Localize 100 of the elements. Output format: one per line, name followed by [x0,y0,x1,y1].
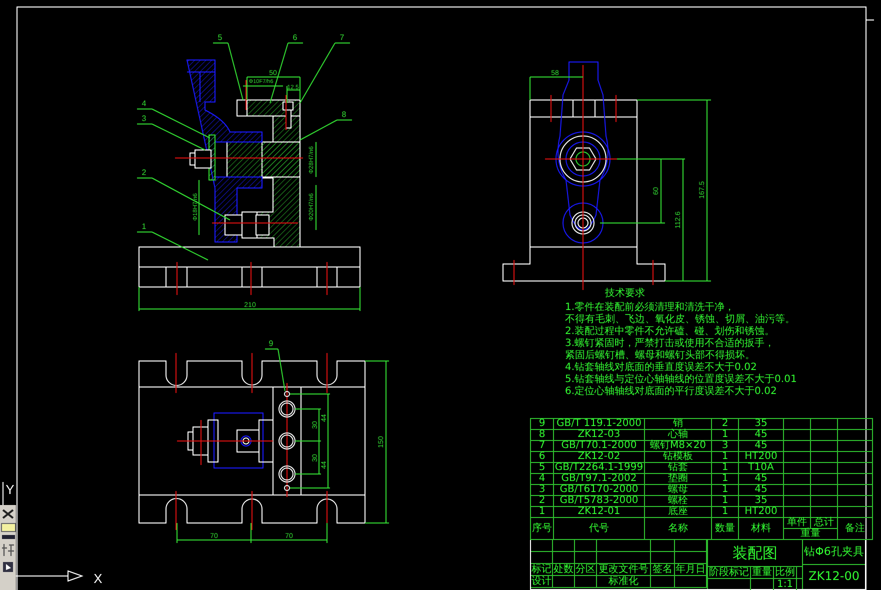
axis-label: Y [6,482,14,497]
table-cell [810,496,838,506]
table-cell [651,540,675,552]
table-cell: 1 [712,474,738,484]
table-cell: 45 [738,474,784,484]
table-cell [810,452,838,462]
table-cell: GB/T5783-2000 [554,496,644,506]
table-cell [553,576,575,588]
part-number: 4 [142,99,146,108]
toolbar-icon[interactable] [1,542,15,558]
part-number: 8 [342,110,346,119]
table-cell [810,506,838,518]
table-cell: 7 [530,440,554,452]
drawing-number: ZK12-00 [808,568,860,585]
table-cell [784,430,810,440]
table-cell [810,440,838,452]
leader-line [300,120,352,140]
table-cell: 1 [712,506,738,518]
title-block-label: 阶段标记 [708,567,751,578]
table-cell: T10A [738,462,784,474]
column-header: 序号 [530,518,554,540]
table-cell [597,540,651,552]
table-cell [838,462,872,474]
column-header: 单件 [784,518,810,528]
title-block-label: 设计 [531,576,553,588]
column-header: 备注 [838,518,872,540]
table-cell [651,552,675,564]
table-cell: 螺钉M8×20 [644,440,712,452]
table-cell: 1 [712,484,738,496]
table-cell: 钻套 [644,462,712,474]
table-cell [810,462,838,474]
title-block-label: 重量 [751,567,774,578]
part-number: 5 [218,33,222,42]
table-cell [810,484,838,496]
table-cell: GB/T2264.1-1999 [554,462,644,474]
title-block-label: 签名 [651,564,675,576]
table-cell [838,452,872,462]
table-cell: 2 [712,418,738,430]
note-line: 4.钻套轴线对底面的垂直度误差不大于0.02 [565,362,757,374]
leader-line [212,42,244,100]
drawing-name: 装配图 [708,540,802,567]
table-cell: 1 [712,462,738,474]
table-cell: HT200 [738,452,784,462]
crosshair-icon[interactable] [1,508,15,520]
table-cell: HT200 [738,506,784,518]
column-header: 重量 [784,528,838,540]
title-block-label: 比例 [774,567,797,578]
column-header: 数量 [712,518,738,540]
notes-title: 技术要求 [605,288,646,300]
part-number: 7 [340,33,344,42]
column-header: 代号 [554,518,644,540]
part-number: 9 [268,339,274,348]
table-cell [838,430,872,440]
leader-line [136,232,208,260]
title-block-label: 标准化 [597,576,651,588]
table-cell: GB/T6170-2000 [554,484,644,496]
axis-label: X [94,571,102,586]
table-cell [784,440,810,452]
table-cell [784,496,810,506]
table-cell: ZK12-03 [554,430,644,440]
note-line: 3.螺钉紧固时，严禁打击或使用不合适的扳手， [565,338,775,350]
table-cell [784,474,810,484]
table-cell: 2 [530,496,554,506]
title-block-label: 年月日 [675,564,707,576]
part-number: 1 [142,222,146,231]
table-cell [575,540,597,552]
column-header: 总计 [810,518,838,528]
table-cell: 6 [530,452,554,462]
part-number: 2 [142,168,146,177]
table-cell [810,418,838,430]
table-cell: 销 [644,418,712,430]
table-cell [575,552,597,564]
table-cell: 5 [530,462,554,474]
table-cell: 4 [530,474,554,484]
table-cell: ZK12-02 [554,452,644,462]
table-cell [838,496,872,506]
part-number: 3 [142,114,146,123]
title-block-label: 更改文件号 [597,564,651,576]
table-cell: 1 [712,452,738,462]
table-cell: 心轴 [644,430,712,440]
table-cell [838,484,872,496]
note-line: 2.装配过程中零件不允许磕、碰、划伤和锈蚀。 [565,326,775,338]
table-cell: 螺栓 [644,496,712,506]
table-cell [784,452,810,462]
note-line: 不得有毛刺、飞边、氧化皮、锈蚀、切屑、油污等。 [565,314,795,326]
color-swatch[interactable] [0,523,16,532]
table-cell [597,552,651,564]
leader-line [136,124,206,150]
title-block-label: 标记 [531,564,553,576]
table-cell: 45 [738,484,784,496]
table-cell [651,576,675,588]
table-cell: 35 [738,496,784,506]
linetype-field[interactable] [2,535,14,539]
table-cell [784,418,810,430]
table-cell: GB/T97.1-2002 [554,474,644,484]
column-header: 名称 [644,518,712,540]
table-cell [838,440,872,452]
table-cell: 垫圈 [644,474,712,484]
note-line: 5.钻套轴线与定位心轴轴线的位置度误差不大于0.01 [565,374,797,386]
table-cell: 8 [530,430,554,440]
